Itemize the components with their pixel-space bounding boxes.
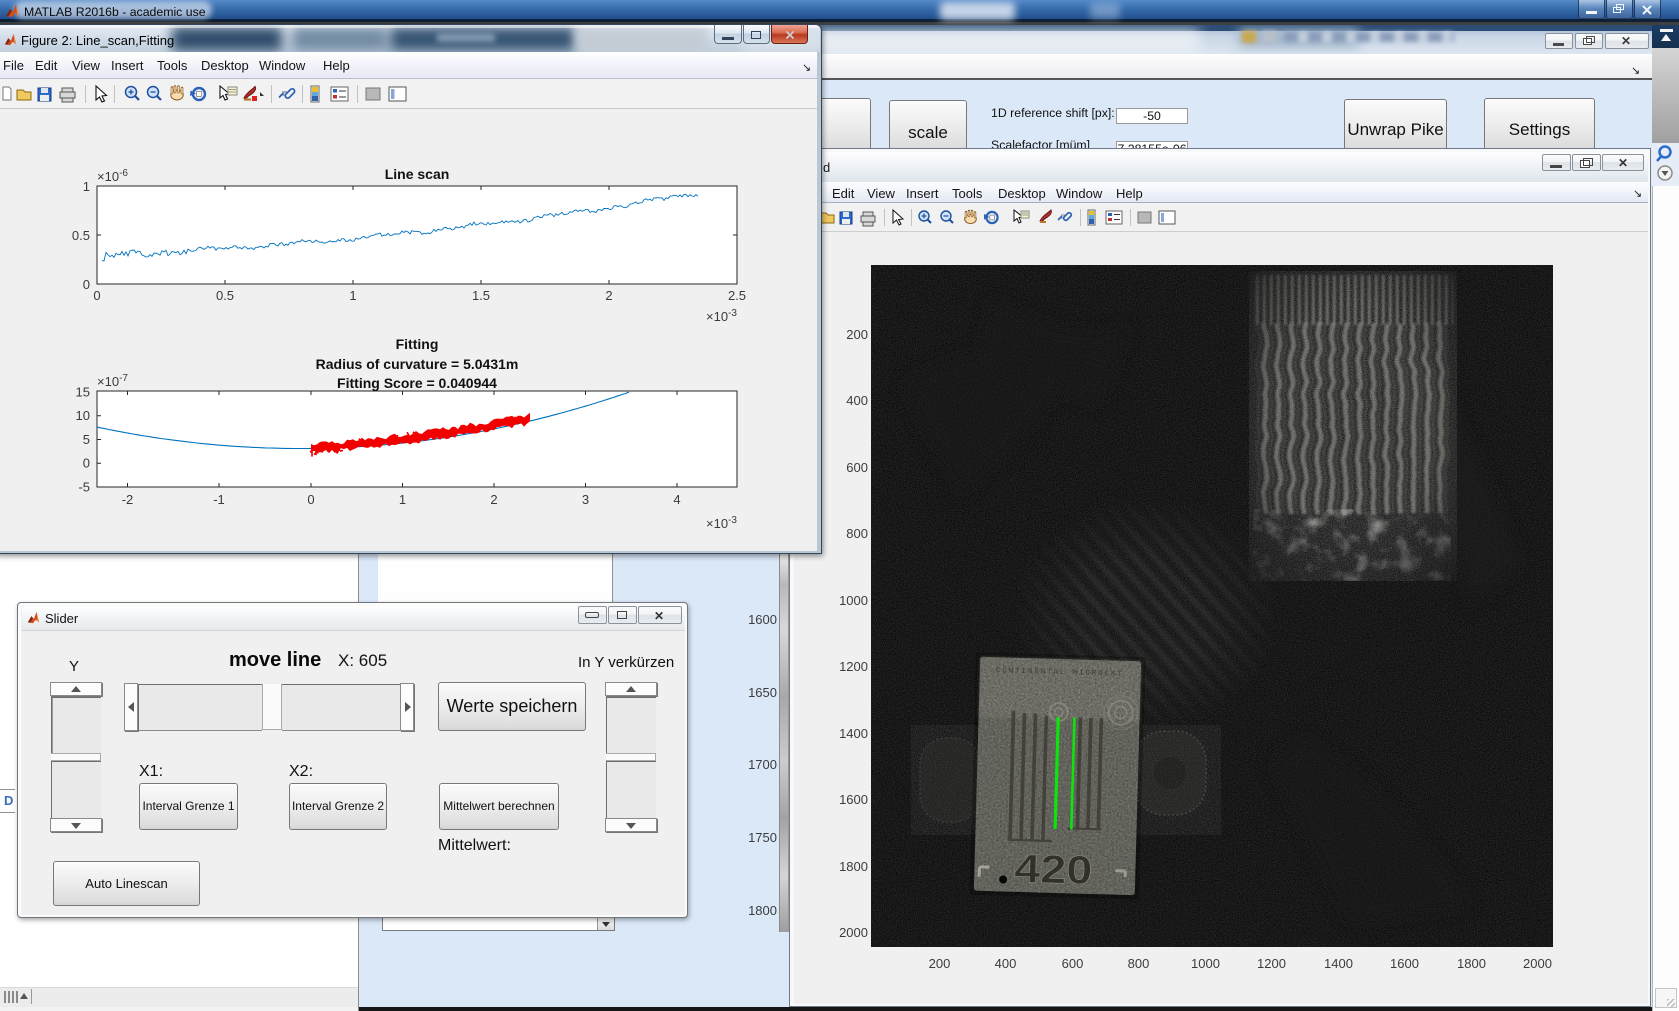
svg-text:×10-3: ×10-3 (706, 515, 737, 531)
svg-text:4: 4 (673, 492, 680, 507)
svg-text:-2: -2 (122, 492, 134, 507)
svg-text:0: 0 (93, 288, 100, 303)
svg-text:Fitting Score = 0.040944: Fitting Score = 0.040944 (337, 375, 497, 391)
svg-text:2.5: 2.5 (728, 288, 746, 303)
svg-text:Line scan: Line scan (385, 166, 450, 182)
svg-text:-1: -1 (213, 492, 225, 507)
svg-text:0.5: 0.5 (72, 228, 90, 243)
svg-text:2: 2 (490, 492, 497, 507)
svg-text:0: 0 (307, 492, 314, 507)
svg-text:15: 15 (76, 385, 90, 400)
svg-text:1: 1 (399, 492, 406, 507)
svg-text:0: 0 (83, 277, 90, 292)
svg-text:×10-3: ×10-3 (706, 308, 737, 324)
svg-text:×10-7: ×10-7 (97, 373, 128, 389)
svg-text:0.5: 0.5 (216, 288, 234, 303)
svg-text:1: 1 (83, 179, 90, 194)
svg-text:3: 3 (582, 492, 589, 507)
svg-text:1: 1 (349, 288, 356, 303)
svg-text:5: 5 (83, 432, 90, 447)
svg-text:-5: -5 (78, 480, 90, 495)
svg-text:Fitting: Fitting (396, 336, 439, 352)
svg-text:420: 420 (1014, 847, 1093, 893)
svg-text:2: 2 (605, 288, 612, 303)
svg-text:10: 10 (76, 408, 90, 423)
svg-text:1.5: 1.5 (472, 288, 490, 303)
svg-text:Radius of curvature = 5.0431m: Radius of curvature = 5.0431m (316, 356, 519, 372)
svg-text:0: 0 (83, 456, 90, 471)
svg-text:×10-6: ×10-6 (97, 168, 128, 184)
